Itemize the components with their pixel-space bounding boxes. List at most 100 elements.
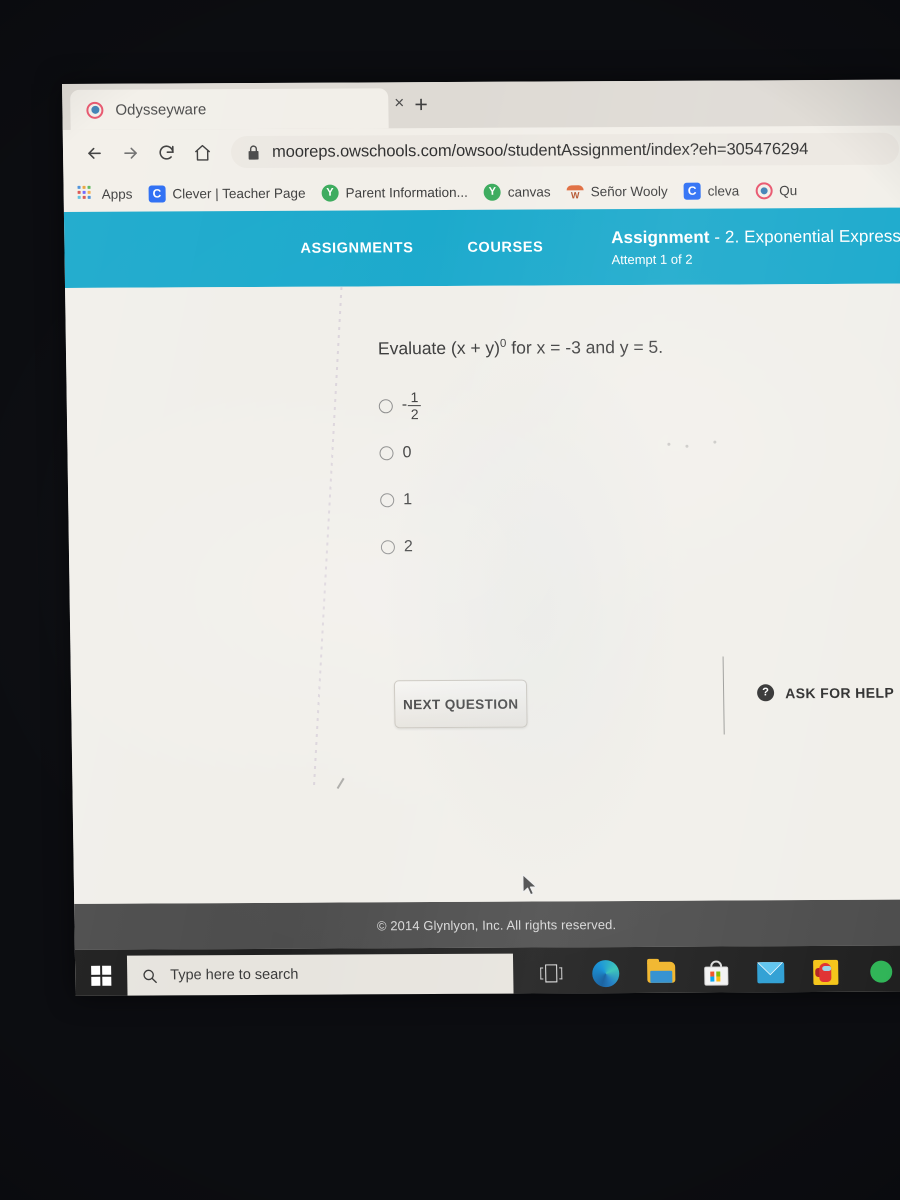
close-tab-icon[interactable]: × [390, 93, 408, 112]
back-arrow-icon[interactable] [77, 136, 112, 170]
answer-choice-label: 0 [402, 443, 412, 461]
answer-choice-c[interactable]: 1 [380, 476, 423, 523]
question-mark-icon: ? [756, 684, 775, 702]
green-app-button[interactable] [853, 946, 900, 996]
photo-artifact-dashed-line [313, 287, 343, 787]
question-text-after: for x = -3 and y = 5. [506, 336, 664, 358]
answer-choices: - 1 2 0 1 2 [378, 382, 423, 570]
home-icon[interactable] [185, 135, 220, 169]
fraction-sign: - [401, 396, 408, 414]
answer-choice-a[interactable]: - 1 2 [378, 382, 422, 429]
photo-artifact-dot [667, 442, 671, 446]
file-explorer-button[interactable] [633, 947, 689, 996]
new-tab-icon[interactable]: + [414, 91, 428, 117]
answer-choice-label: - 1 2 [401, 388, 422, 423]
windows-logo-icon [90, 965, 112, 986]
browser-toolbar: mooreps.owschools.com/owsoo/studentAssig… [62, 125, 900, 176]
radio-button[interactable] [379, 445, 394, 460]
next-question-button[interactable]: NEXT QUESTION [393, 679, 528, 729]
url-text: mooreps.owschools.com/owsoo/studentAssig… [271, 139, 809, 161]
copyright-text: © 2014 Glynlyon, Inc. All rights reserve… [376, 916, 617, 933]
answer-choice-label: 1 [403, 490, 413, 508]
radio-button[interactable] [380, 539, 396, 554]
tab-title: Odysseyware [115, 100, 207, 119]
app-primary-nav: ASSIGNMENTS COURSES [300, 239, 543, 256]
bookmark-canvas[interactable]: Y canvas [483, 183, 551, 201]
nav-assignments[interactable]: ASSIGNMENTS [300, 240, 413, 257]
fraction: 1 2 [408, 388, 422, 423]
bookmark-senor-wooly[interactable]: W Señor Wooly [566, 182, 668, 200]
bookmark-parent-information[interactable]: Y Parent Information... [321, 183, 468, 202]
secure-lock-icon [248, 144, 259, 160]
bookmark-label: Apps [101, 186, 133, 202]
bookmark-label: canvas [507, 183, 551, 200]
forward-arrow-icon[interactable] [113, 136, 148, 170]
among-us-button[interactable] [798, 946, 854, 996]
mail-icon [757, 961, 785, 983]
monitor-screen: Odysseyware × + mooreps.owschools.com/ow… [62, 79, 900, 996]
help-divider [722, 656, 726, 735]
photo-artifact-dot [685, 444, 689, 448]
assignment-title: - 2. Exponential Expressions [714, 225, 900, 247]
task-view-button[interactable] [523, 947, 579, 996]
clever-icon: C [148, 184, 166, 203]
bookmark-qu[interactable]: Qu [755, 181, 798, 199]
fraction-denominator: 2 [410, 406, 419, 423]
mouse-cursor [522, 873, 538, 896]
browser-tab-strip: Odysseyware × + [62, 79, 900, 130]
bookmarks-bar: Apps C Clever | Teacher Page Y Parent In… [63, 171, 900, 212]
assignment-info: Assignment - 2. Exponential Expressions … [611, 226, 900, 267]
answer-choice-d[interactable]: 2 [380, 523, 424, 570]
canvas-icon: Y [321, 184, 339, 202]
header-divider [589, 224, 590, 271]
among-us-icon [813, 959, 839, 985]
radio-button[interactable] [380, 492, 395, 507]
fraction-numerator: 1 [410, 388, 419, 405]
taskbar-items [513, 945, 900, 995]
photo-of-monitor: Odysseyware × + mooreps.owschools.com/ow… [0, 0, 900, 1200]
nav-courses[interactable]: COURSES [467, 239, 543, 255]
odysseyware-favicon-icon [86, 101, 104, 119]
radio-button[interactable] [378, 398, 393, 413]
microsoft-store-button[interactable] [688, 946, 744, 995]
photo-artifact-tick [336, 777, 345, 789]
odysseyware-icon [755, 181, 773, 199]
assignment-content: Evaluate (x + y)0 for x = -3 and y = 5. … [65, 283, 900, 904]
taskbar-search-input[interactable]: Type here to search [126, 953, 514, 996]
app-footer: © 2014 Glynlyon, Inc. All rights reserve… [74, 899, 900, 950]
edge-icon [592, 959, 620, 987]
bookmark-label: Señor Wooly [590, 183, 668, 199]
bookmark-label: cleva [707, 182, 740, 199]
reload-icon[interactable] [149, 135, 184, 169]
bookmark-clever-teacher-page[interactable]: C Clever | Teacher Page [148, 184, 306, 203]
assignment-attempt: Attempt 1 of 2 [611, 251, 693, 267]
assignment-label: Assignment [611, 227, 710, 247]
bookmark-cleva[interactable]: C cleva [683, 182, 740, 200]
app-header: ASSIGNMENTS COURSES Assignment - 2. Expo… [63, 207, 900, 288]
apps-grid-icon [77, 185, 95, 202]
task-view-icon [539, 964, 562, 983]
browser-tab[interactable]: Odysseyware [70, 88, 389, 130]
wooly-icon: W [566, 183, 583, 200]
question-text: Evaluate (x + y)0 for x = -3 and y = 5. [378, 337, 663, 359]
search-placeholder: Type here to search [170, 966, 299, 984]
address-bar[interactable]: mooreps.owschools.com/owsoo/studentAssig… [230, 132, 900, 169]
canvas-icon: Y [483, 183, 501, 201]
photo-artifact-dot [713, 440, 717, 444]
answer-choice-b[interactable]: 0 [379, 429, 422, 476]
start-button[interactable] [75, 950, 128, 996]
microsoft-edge-button[interactable] [578, 947, 634, 996]
ask-for-help-label: ASK FOR HELP [784, 684, 895, 701]
search-icon [143, 969, 157, 983]
answer-choice-label: 2 [403, 537, 413, 555]
ask-for-help-button[interactable]: ? ASK FOR HELP [756, 684, 895, 702]
bookmark-label: Qu [779, 182, 798, 198]
clever-icon: C [683, 182, 701, 200]
microsoft-store-icon [703, 960, 728, 986]
mail-button[interactable] [743, 946, 799, 996]
windows-taskbar: Type here to search [74, 945, 900, 996]
bookmark-apps[interactable]: Apps [77, 185, 133, 202]
question-text-before: Evaluate (x + y) [377, 337, 501, 359]
file-explorer-icon [646, 958, 675, 984]
green-app-icon [869, 960, 892, 983]
